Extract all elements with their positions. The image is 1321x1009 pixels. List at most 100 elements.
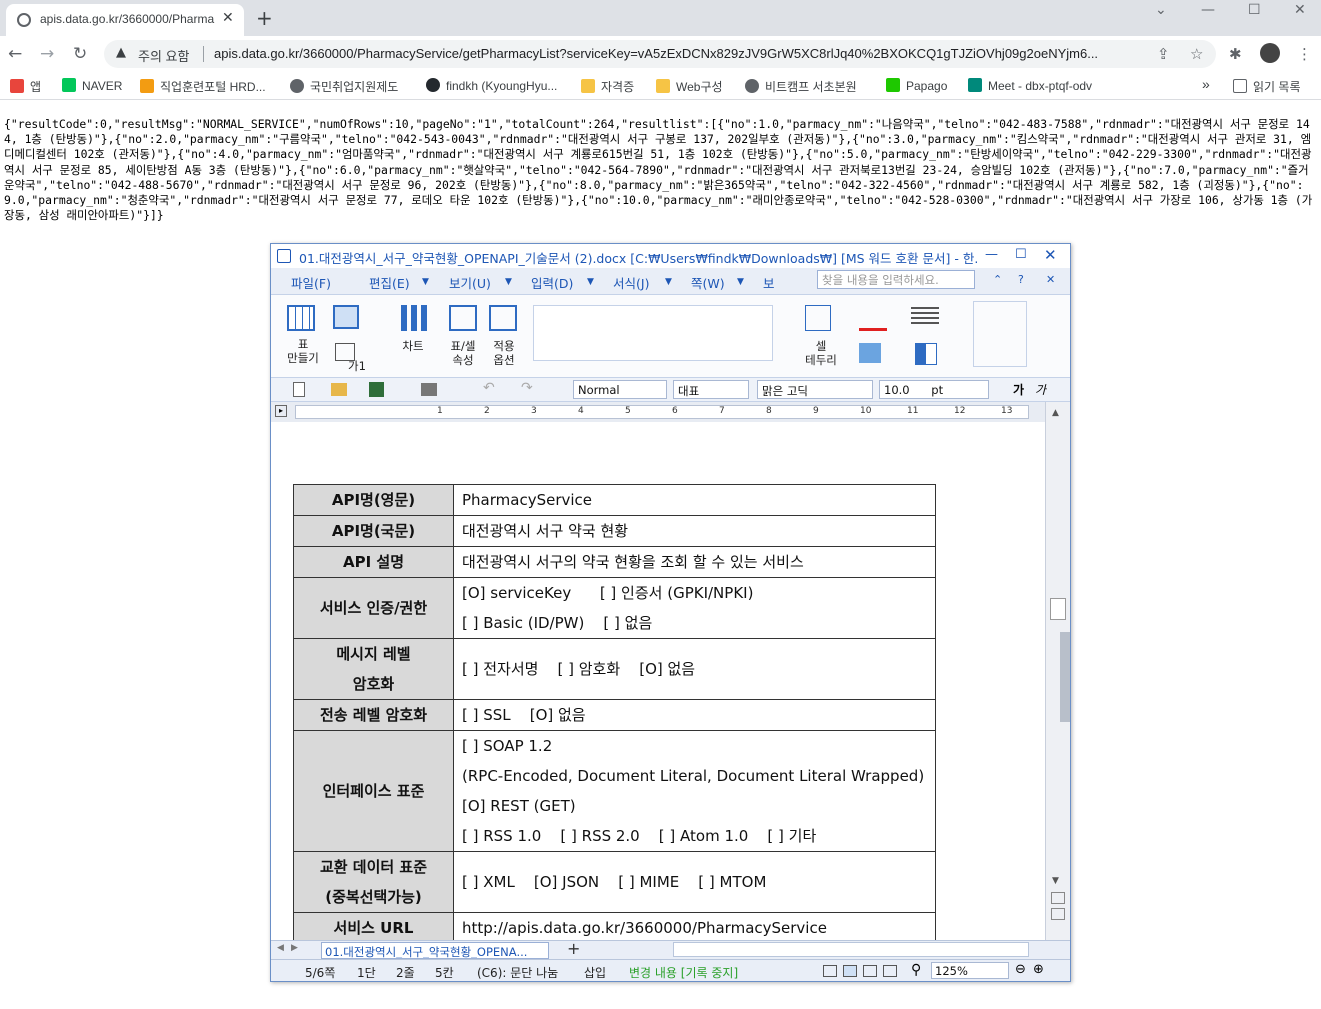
table-cell-properties-button[interactable]: 표/셀 속성	[443, 339, 483, 367]
chevron-down-icon[interactable]: ▼	[737, 277, 744, 287]
menu-edit[interactable]: 편집(E)	[369, 273, 410, 292]
cell-border-icon[interactable]	[805, 305, 831, 331]
next-page-icon[interactable]	[1051, 908, 1065, 920]
paragraph-style-select[interactable]: 대표	[673, 380, 749, 399]
undo-icon[interactable]: ↶	[483, 380, 495, 396]
view-mode-icon[interactable]	[823, 965, 837, 977]
row-value[interactable]: [ ] 전자서명 [ ] 암호화 [O] 없음	[453, 638, 936, 700]
bookmark-star-icon[interactable]: ☆	[1190, 45, 1203, 63]
close-doc-icon[interactable]: ✕	[1046, 273, 1055, 286]
zoom-icon[interactable]: ⚲	[911, 962, 921, 978]
view-mode-icon[interactable]	[863, 965, 877, 977]
line-color-icon[interactable]	[859, 305, 887, 331]
fill-color-icon[interactable]	[859, 343, 881, 363]
add-tab-icon[interactable]: +	[567, 939, 580, 958]
back-icon[interactable]: ←	[8, 44, 22, 64]
menu-file[interactable]: 파일(F)	[291, 273, 331, 292]
bookmark-item[interactable]: NAVER	[62, 78, 122, 93]
scroll-thumb[interactable]	[1050, 598, 1066, 620]
status-track-changes[interactable]: 변경 내용 [기록 중지]	[629, 964, 738, 981]
zoom-out-icon[interactable]: ⊖	[1015, 962, 1026, 977]
horizontal-scrollbar[interactable]	[673, 942, 1029, 957]
reload-icon[interactable]: ↻	[73, 44, 87, 64]
save-icon[interactable]	[369, 382, 384, 397]
tab-search-icon[interactable]: ⌄	[1155, 2, 1167, 18]
cell-split-icon[interactable]	[915, 343, 937, 365]
chevron-down-icon[interactable]: ▼	[422, 277, 429, 287]
prev-page-icon[interactable]	[1051, 892, 1065, 904]
zoom-select[interactable]: 125%	[931, 962, 1009, 979]
reading-list[interactable]: 읽기 목록	[1233, 78, 1301, 95]
forward-icon[interactable]: →	[40, 44, 54, 64]
maximize-icon[interactable]: ☐	[1015, 247, 1027, 262]
row-value[interactable]: PharmacyService	[453, 484, 936, 516]
url-text[interactable]: apis.data.go.kr/3660000/PharmacyService/…	[214, 46, 1144, 61]
tab-scroll-right-icon[interactable]: ▶	[291, 943, 298, 953]
style-select[interactable]: Normal	[573, 380, 667, 399]
italic-button[interactable]: 가	[1035, 381, 1046, 398]
chevron-down-icon[interactable]: ▼	[665, 277, 672, 287]
row-value[interactable]: http://apis.data.go.kr/3660000/PharmacyS…	[453, 912, 936, 940]
table-icon[interactable]	[287, 305, 315, 331]
row-value[interactable]: [ ] SOAP 1.2 (RPC-Encoded, Document Liter…	[453, 730, 936, 852]
maximize-icon[interactable]: ☐	[1248, 2, 1261, 18]
zoom-in-icon[interactable]: ⊕	[1033, 962, 1044, 977]
help-icon[interactable]: ?	[1018, 273, 1024, 286]
row-value[interactable]: [ ] SSL [O] 없음	[453, 699, 936, 731]
status-insert-mode[interactable]: 삽입	[584, 964, 606, 981]
side-panel-handle[interactable]	[1060, 632, 1070, 722]
menu-more[interactable]: 보	[763, 273, 775, 292]
row-value[interactable]: 대전광역시 서구 약국 현황	[453, 515, 936, 547]
tab-type-icon[interactable]: ▸	[275, 405, 287, 417]
new-document-icon[interactable]	[293, 382, 305, 397]
menu-view[interactable]: 보기(U)	[449, 273, 491, 292]
collapse-ribbon-icon[interactable]: ⌃	[993, 273, 1002, 286]
bookmark-item[interactable]: 자격증	[581, 78, 634, 95]
bookmark-item[interactable]: Meet - dbx-ptqf-odv	[968, 78, 1092, 93]
menu-page[interactable]: 쪽(W)	[691, 273, 725, 292]
chart-icon[interactable]	[401, 305, 427, 331]
close-window-icon[interactable]: ✕	[1294, 2, 1306, 18]
share-icon[interactable]: ⇪	[1157, 45, 1170, 63]
bookmark-item[interactable]: 비트캠프 서초본원	[745, 78, 857, 95]
bookmark-item[interactable]: 직업훈련포털 HRD...	[140, 78, 266, 95]
print-icon[interactable]	[421, 383, 437, 396]
document-tab[interactable]: 01.대전광역시_서구_약국현황_OPENA...	[321, 942, 549, 959]
view-mode-icon[interactable]	[843, 965, 857, 977]
browser-tab[interactable]: apis.data.go.kr/3660000/Pharma ✕	[6, 4, 244, 36]
bold-button[interactable]: 가	[1013, 381, 1024, 398]
bookmarks-more-icon[interactable]: »	[1202, 76, 1210, 92]
bookmark-item[interactable]: 국민취업지원제도	[290, 78, 398, 95]
row-value[interactable]: 대전광역시 서구의 약국 현황을 조회 할 수 있는 서비스	[453, 546, 936, 578]
open-folder-icon[interactable]	[331, 383, 347, 396]
apply-options-icon[interactable]	[489, 305, 517, 331]
new-tab-button[interactable]: +	[256, 6, 273, 30]
table-style-gallery[interactable]	[533, 305, 773, 361]
menu-icon[interactable]: ⋮	[1297, 45, 1312, 63]
scroll-down-icon[interactable]: ▼	[1052, 876, 1059, 886]
vertical-scrollbar[interactable]: ▲ ▼	[1045, 402, 1070, 940]
warning-icon[interactable]: ▲	[116, 45, 126, 60]
menu-insert[interactable]: 입력(D)	[531, 273, 573, 292]
minimize-icon[interactable]: —	[1201, 2, 1215, 18]
apply-options-button[interactable]: 적용 옵션	[483, 339, 525, 367]
close-window-icon[interactable]: ✕	[1044, 246, 1057, 264]
line-style-icon[interactable]	[911, 307, 939, 325]
chart-button[interactable]: 차트	[395, 339, 431, 353]
row-value[interactable]: [O] serviceKey [ ] 인증서 (GPKI/NPKI) [ ] Ba…	[453, 577, 936, 639]
view-mode-icon[interactable]	[883, 965, 897, 977]
security-label[interactable]: 주의 요함	[138, 46, 189, 65]
find-input[interactable]: 찾을 내용을 입력하세요.	[817, 270, 975, 289]
bookmark-item[interactable]: findkh (KyoungHyu...	[426, 78, 557, 93]
tab-scroll-left-icon[interactable]: ◀	[277, 943, 284, 953]
profile-avatar[interactable]	[1260, 43, 1280, 63]
scroll-up-icon[interactable]: ▲	[1052, 408, 1059, 418]
bookmark-item[interactable]: Web구성	[656, 78, 723, 95]
table-properties-icon[interactable]	[449, 305, 477, 331]
cell-insert-tools[interactable]	[973, 301, 1027, 367]
bookmark-item[interactable]: Papago	[886, 78, 947, 93]
redo-icon[interactable]: ↷	[521, 380, 533, 396]
minimize-icon[interactable]: —	[985, 247, 998, 262]
document-page[interactable]: API명(영문) PharmacyService API명(국문) 대전광역시 서구 …	[271, 422, 1045, 940]
table-make-button[interactable]: 표 만들기	[281, 337, 325, 365]
